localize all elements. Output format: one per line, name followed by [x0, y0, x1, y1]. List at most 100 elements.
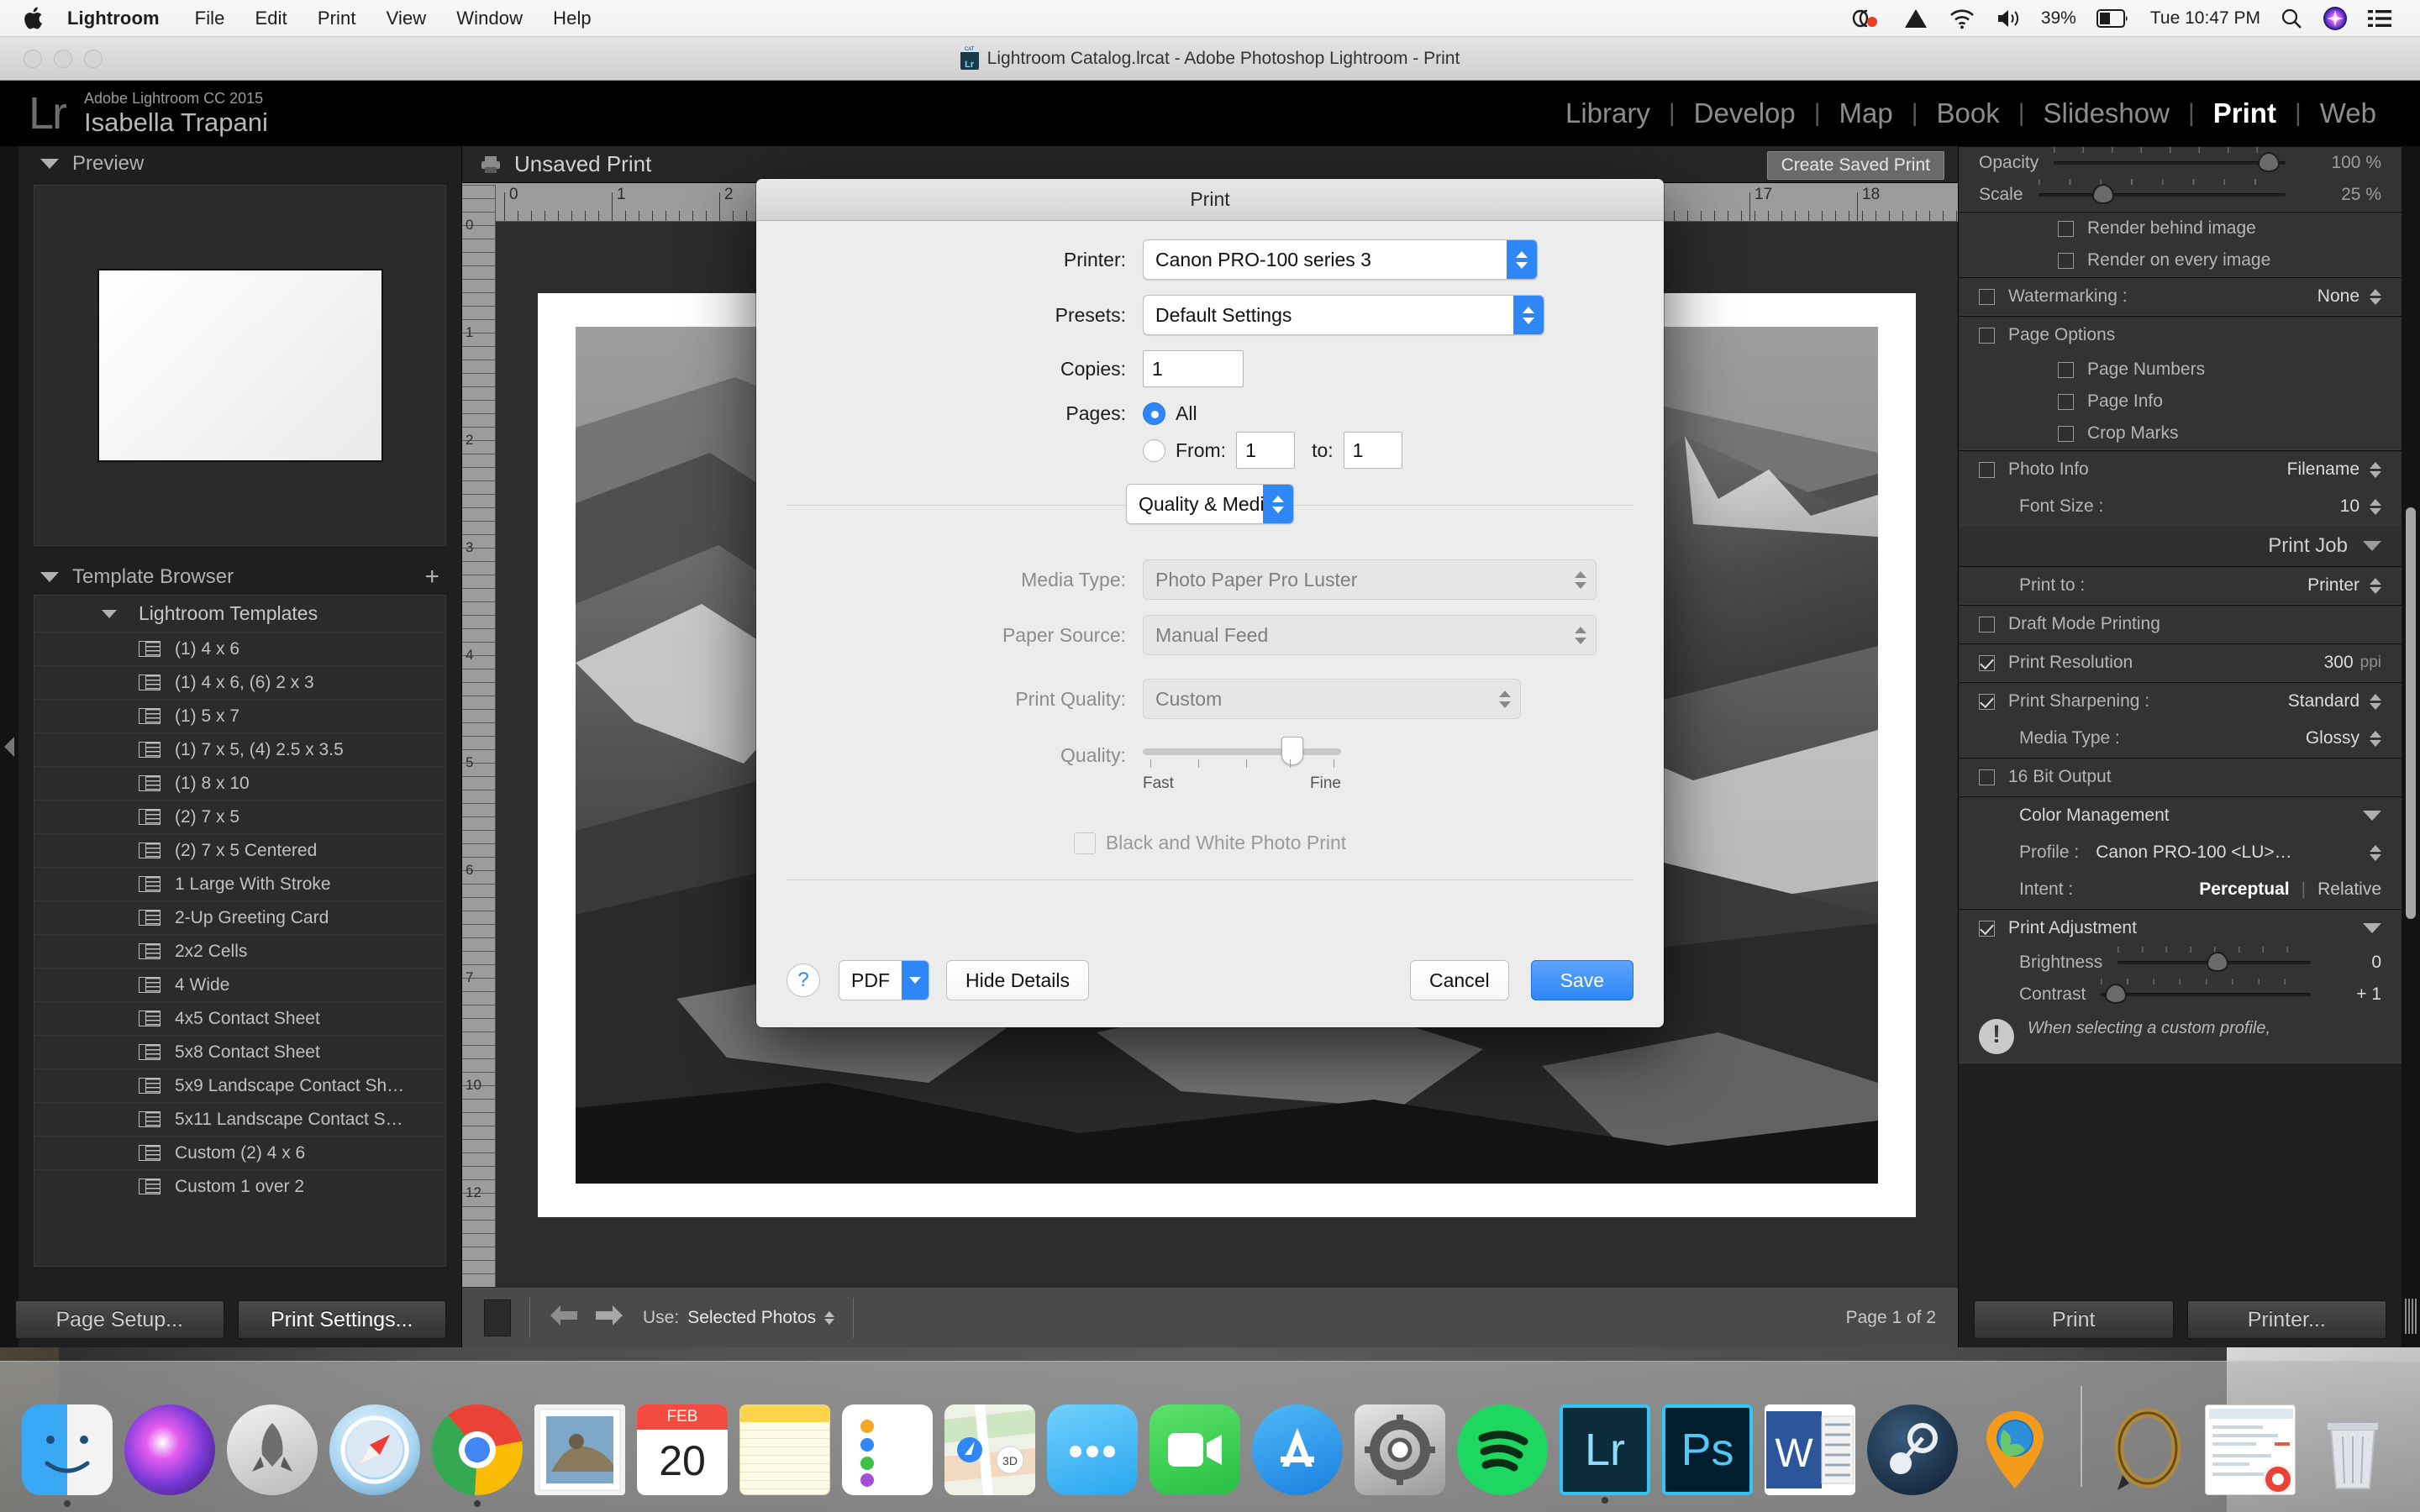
reminders-icon[interactable] [842, 1404, 933, 1495]
preview-section-header[interactable]: Preview [18, 146, 461, 181]
menu-file[interactable]: File [180, 8, 240, 29]
print-resolution-checkbox[interactable] [1979, 655, 1995, 671]
pages-range-option[interactable]: From: 1 to: 1 [1143, 432, 1402, 469]
module-slideshow[interactable]: Slideshow [2025, 97, 2188, 129]
menu-lightroom[interactable]: Lightroom [67, 8, 180, 29]
copies-input[interactable]: 1 [1143, 350, 1244, 387]
mail-icon[interactable] [534, 1404, 625, 1495]
menu-edit[interactable]: Edit [240, 8, 302, 29]
find-my-icon[interactable] [1970, 1404, 2060, 1495]
help-button[interactable]: ? [786, 963, 820, 997]
add-template-button[interactable]: + [424, 564, 439, 590]
font-size-value[interactable]: 10 [2340, 496, 2360, 517]
brightness-slider[interactable] [2118, 954, 2311, 971]
photo-info-row[interactable]: Photo Info Filename [1959, 451, 2402, 488]
eso-icon[interactable] [2102, 1404, 2193, 1495]
presets-select[interactable]: Default Settings [1143, 295, 1544, 335]
list-item[interactable]: Custom (2) 4 x 6 [34, 1136, 445, 1169]
photoshop-icon[interactable]: Ps [1662, 1404, 1753, 1495]
facetime-icon[interactable] [1150, 1404, 1240, 1495]
wifi-icon[interactable] [1949, 8, 1975, 29]
chevron-down-icon[interactable] [902, 961, 929, 1000]
template-group-header[interactable]: Lightroom Templates [34, 596, 445, 632]
sharpening-media-type-stepper[interactable] [2370, 731, 2381, 747]
page-numbers-row[interactable]: Page Numbers [1959, 354, 2402, 386]
color-management-header[interactable]: Color Management [1959, 797, 2402, 834]
page-info-row[interactable]: Page Info [1959, 386, 2402, 417]
intent-perceptual-option[interactable]: Perceptual [2199, 879, 2289, 900]
render-every-row[interactable]: Render on every image [1959, 244, 2402, 276]
page-setup-button[interactable]: Page Setup... [15, 1300, 224, 1339]
template-browser-header[interactable]: Template Browser + [18, 559, 461, 595]
siri-icon[interactable] [124, 1404, 215, 1495]
apple-logo-icon[interactable] [24, 6, 45, 31]
print-resolution-row[interactable]: Print Resolution 300 ppi [1959, 644, 2402, 681]
list-item[interactable]: (1) 8 x 10 [34, 766, 445, 800]
dropbox-icon[interactable] [1851, 7, 1883, 30]
intent-relative-option[interactable]: Relative [2317, 879, 2381, 900]
chrome-icon[interactable] [432, 1404, 523, 1495]
prev-page-button[interactable] [549, 1303, 581, 1332]
sharpening-media-type-row[interactable]: Media Type : Glossy [1959, 720, 2402, 757]
app-store-icon[interactable] [1252, 1404, 1343, 1495]
control-center-icon[interactable] [2368, 8, 2391, 29]
search-icon[interactable] [2281, 8, 2302, 29]
draft-mode-row[interactable]: Draft Mode Printing [1959, 606, 2402, 643]
sixteen-bit-checkbox[interactable] [1979, 769, 1995, 785]
list-item[interactable]: (1) 4 x 6, (6) 2 x 3 [34, 665, 445, 699]
print-to-stepper[interactable] [2370, 578, 2381, 594]
module-book[interactable]: Book [1918, 97, 2018, 129]
module-develop[interactable]: Develop [1676, 97, 1814, 129]
triangle-status-icon[interactable] [1903, 8, 1928, 29]
watermarking-value[interactable]: None [2317, 286, 2360, 307]
list-item[interactable]: 4 Wide [34, 968, 445, 1001]
list-item[interactable]: 5x11 Landscape Contact S… [34, 1102, 445, 1136]
word-icon[interactable]: W [1765, 1404, 1855, 1495]
print-adjustment-checkbox[interactable] [1979, 921, 1995, 937]
module-map[interactable]: Map [1821, 97, 1912, 129]
pages-to-input[interactable]: 1 [1344, 432, 1402, 469]
menu-help[interactable]: Help [538, 8, 607, 29]
messages-icon[interactable] [1047, 1404, 1138, 1495]
battery-icon[interactable] [2096, 9, 2130, 28]
list-item[interactable]: Custom 1 over 2 [34, 1169, 445, 1203]
system-preferences-icon[interactable] [1355, 1404, 1445, 1495]
template-list[interactable]: Lightroom Templates (1) 4 x 6 (1) 4 x 6,… [34, 595, 446, 1267]
print-to-value[interactable]: Printer [2307, 575, 2360, 596]
calendar-icon[interactable]: FEB 20 [637, 1404, 728, 1495]
print-resolution-value[interactable]: 300 [2324, 653, 2354, 673]
print-sharpening-value[interactable]: Standard [2288, 691, 2360, 711]
print-adjustment-row[interactable]: Print Adjustment [1959, 910, 2402, 947]
photo-info-stepper[interactable] [2370, 462, 2381, 478]
lightroom-icon[interactable]: Lr [1560, 1404, 1650, 1495]
menu-view[interactable]: View [371, 8, 442, 29]
scrollbar-thumb[interactable] [2406, 507, 2416, 919]
notes-icon[interactable] [739, 1404, 830, 1495]
finder-icon[interactable] [22, 1404, 113, 1495]
quality-slider[interactable] [1143, 743, 1341, 761]
print-quality-select[interactable]: Custom [1143, 679, 1521, 719]
create-saved-print-button[interactable]: Create Saved Print [1767, 151, 1944, 180]
right-panel-scrollbar[interactable] [2402, 146, 2420, 1347]
left-panel-toggle[interactable] [0, 146, 18, 1347]
clock[interactable]: Tue 10:47 PM [2150, 8, 2260, 29]
profile-stepper[interactable] [2370, 845, 2381, 861]
pdf-button[interactable]: PDF [839, 960, 929, 1000]
steam-icon[interactable] [1867, 1404, 1958, 1495]
watermarking-row[interactable]: Watermarking : None [1959, 278, 2402, 315]
page-info-checkbox[interactable] [2058, 394, 2074, 410]
list-item[interactable]: 4x5 Contact Sheet [34, 1001, 445, 1035]
list-item[interactable]: (1) 7 x 5, (4) 2.5 x 3.5 [34, 732, 445, 766]
resize-grip[interactable] [2405, 1299, 2417, 1334]
print-sharpening-stepper[interactable] [2370, 694, 2381, 710]
bw-photo-print-checkbox[interactable] [1074, 832, 1096, 854]
pages-all-radio[interactable] [1143, 402, 1165, 425]
font-size-row[interactable]: Font Size : 10 [1959, 488, 2402, 525]
list-item[interactable]: (1) 5 x 7 [34, 699, 445, 732]
crop-marks-row[interactable]: Crop Marks [1959, 417, 2402, 449]
list-item[interactable]: 2x2 Cells [34, 934, 445, 968]
printer-select[interactable]: Canon PRO-100 series 3 [1143, 239, 1538, 280]
watermarking-checkbox[interactable] [1979, 289, 1995, 305]
spotify-icon[interactable] [1457, 1404, 1548, 1495]
module-web[interactable]: Web [2302, 97, 2395, 129]
